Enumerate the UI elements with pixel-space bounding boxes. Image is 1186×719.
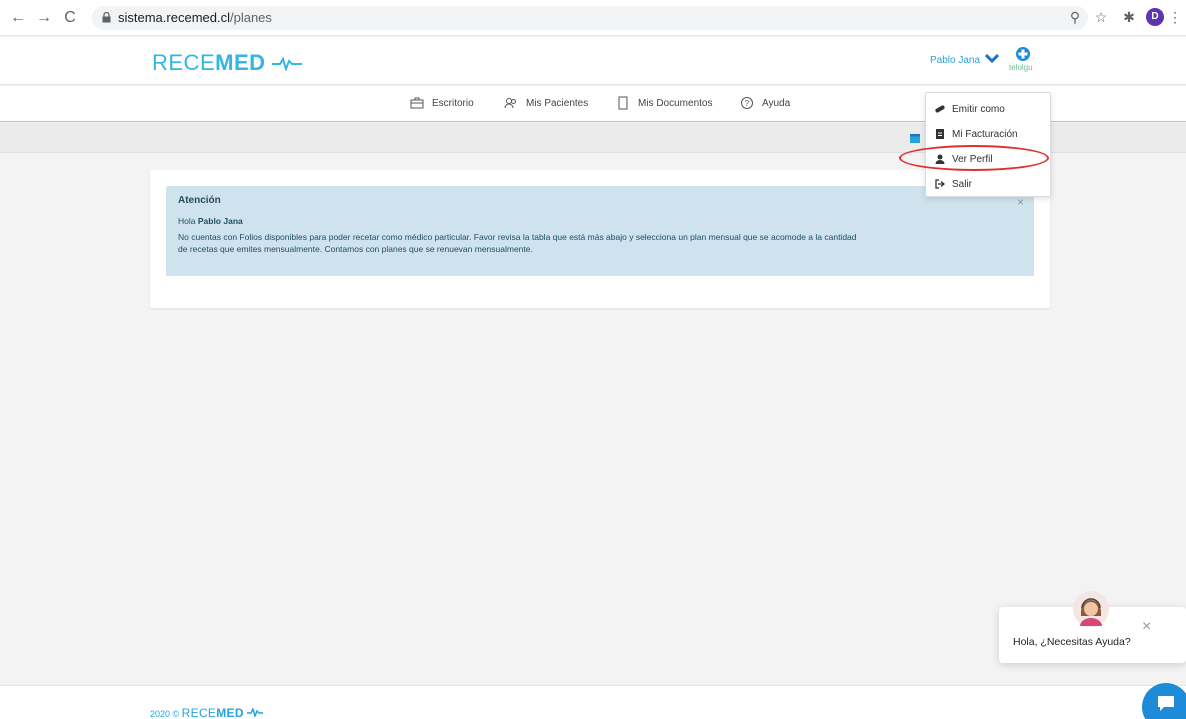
- help-icon: ?: [741, 97, 753, 109]
- alert-title: Atención: [178, 195, 221, 206]
- svg-text:telolgu: telolgu: [1009, 63, 1033, 72]
- help-close-icon[interactable]: ×: [1142, 618, 1151, 636]
- invoice-icon: [936, 129, 944, 139]
- pills-icon: [935, 105, 945, 113]
- highlight-annotation: [899, 145, 1049, 171]
- partner-logo: telolgu: [1009, 47, 1033, 72]
- briefcase-icon: [410, 97, 424, 109]
- user-name[interactable]: Pablo Jana: [930, 55, 980, 66]
- nav-mis-pacientes[interactable]: Mis Pacientes: [504, 96, 588, 110]
- forward-icon[interactable]: →: [34, 8, 54, 28]
- alert-greeting: Hola Pablo Jana: [178, 215, 243, 226]
- alert-message: No cuentas con Folios disponibles para p…: [178, 231, 857, 255]
- pulse-icon: [247, 706, 264, 719]
- reload-icon[interactable]: C: [60, 8, 80, 28]
- assistant-avatar[interactable]: [1072, 590, 1110, 628]
- lock-icon: [102, 12, 111, 23]
- star-icon[interactable]: ☆: [1092, 8, 1110, 26]
- menu-icon[interactable]: ⋮: [1166, 8, 1184, 26]
- menu-item-salir[interactable]: Salir: [934, 178, 972, 190]
- chat-icon: [1158, 696, 1174, 711]
- nav-ayuda[interactable]: ? Ayuda: [740, 96, 790, 110]
- svg-text:?: ?: [745, 99, 750, 108]
- address-bar[interactable]: sistema.recemed.cl/planes: [92, 6, 1088, 30]
- url-text: sistema.recemed.cl/planes: [118, 10, 272, 25]
- help-text: Hola, ¿Necesitas Ayuda?: [1013, 636, 1131, 648]
- footer-logo: RECEMED: [182, 706, 264, 719]
- menu-item-emitir-como[interactable]: Emitir como: [934, 103, 1005, 115]
- menu-item-mi-facturacion[interactable]: Mi Facturación: [934, 128, 1018, 140]
- document-icon: [618, 96, 628, 110]
- profile-avatar[interactable]: D: [1146, 8, 1164, 26]
- nav-escritorio[interactable]: Escritorio: [410, 96, 474, 110]
- extensions-icon[interactable]: ✱: [1120, 8, 1138, 26]
- calendar-icon[interactable]: [910, 133, 920, 143]
- app-header: RECEMED Pablo Jana telolgu: [0, 37, 1186, 85]
- users-icon: [504, 98, 516, 109]
- pulse-icon: [272, 56, 303, 73]
- chevron-down-icon[interactable]: [985, 52, 999, 64]
- footer-copyright: 2020 © RECEMED: [150, 706, 264, 719]
- sign-out-icon: [935, 179, 946, 189]
- page-footer: 2020 © RECEMED: [0, 685, 1186, 719]
- back-icon[interactable]: ←: [8, 8, 28, 28]
- attention-alert: Atención Hola Pablo Jana No cuentas con …: [166, 186, 1034, 276]
- recemed-logo[interactable]: RECEMED: [152, 50, 303, 76]
- nav-mis-documentos[interactable]: Mis Documentos: [616, 96, 712, 110]
- zoom-icon[interactable]: ⚲: [1066, 8, 1084, 26]
- browser-toolbar: ← → C sistema.recemed.cl/planes ⚲ ☆ ✱ D …: [0, 0, 1186, 36]
